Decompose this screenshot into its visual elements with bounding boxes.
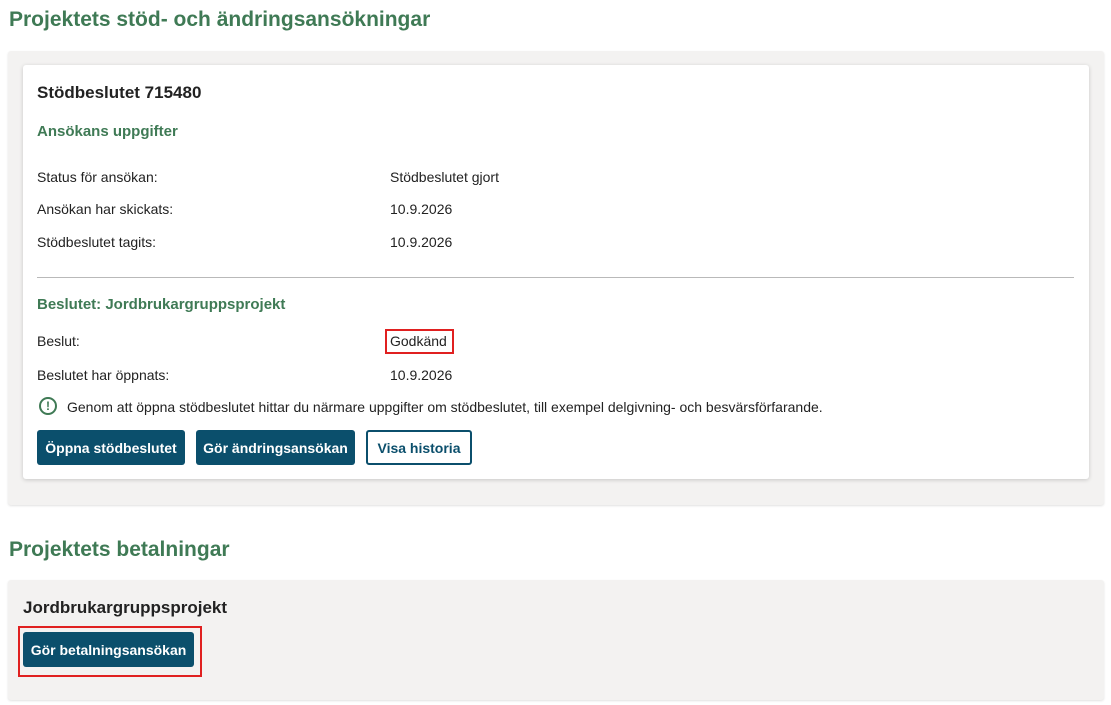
decision-info-text: Genom att öppna stödbeslutet hittar du n… xyxy=(67,399,823,415)
application-sent-value: 10.9.2026 xyxy=(390,201,453,217)
decision-card: Stödbeslutet 715480 Ansökans uppgifter S… xyxy=(23,65,1089,479)
application-sent-label: Ansökan har skickats: xyxy=(37,201,174,217)
decision-subheading: Beslutet: Jordbrukargruppsprojekt xyxy=(37,296,286,313)
status-label: Status för ansökan: xyxy=(37,169,158,185)
status-value: Stödbeslutet gjort xyxy=(390,169,499,185)
payment-application-button[interactable]: Gör betalningsansökan xyxy=(23,632,194,667)
decision-value-highlight xyxy=(385,329,454,354)
decision-card-heading: Stödbeslutet 715480 xyxy=(37,83,202,102)
payment-project-name: Jordbrukargruppsprojekt xyxy=(23,598,228,617)
payments-section-title: Projektets betalningar xyxy=(9,538,230,561)
decision-opened-label: Beslutet har öppnats: xyxy=(37,367,170,383)
application-details-subheading: Ansökans uppgifter xyxy=(37,123,178,140)
decision-taken-value: 10.9.2026 xyxy=(390,234,453,250)
change-application-button[interactable]: Gör ändringsansökan xyxy=(196,430,355,465)
info-circle-icon: ! xyxy=(39,397,57,415)
page: Projektets stöd- och ändringsansökningar… xyxy=(0,0,1111,705)
show-history-button[interactable]: Visa historia xyxy=(366,430,472,465)
support-section-title: Projektets stöd- och ändringsansökningar xyxy=(9,8,431,31)
decision-opened-value: 10.9.2026 xyxy=(390,367,453,383)
open-decision-button[interactable]: Öppna stödbeslutet xyxy=(37,430,185,465)
divider xyxy=(37,277,1074,278)
payments-section-panel: Jordbrukargruppsprojekt Gör betalningsan… xyxy=(8,580,1104,700)
decision-taken-label: Stödbeslutet tagits: xyxy=(37,234,157,250)
decision-label: Beslut: xyxy=(37,333,80,349)
